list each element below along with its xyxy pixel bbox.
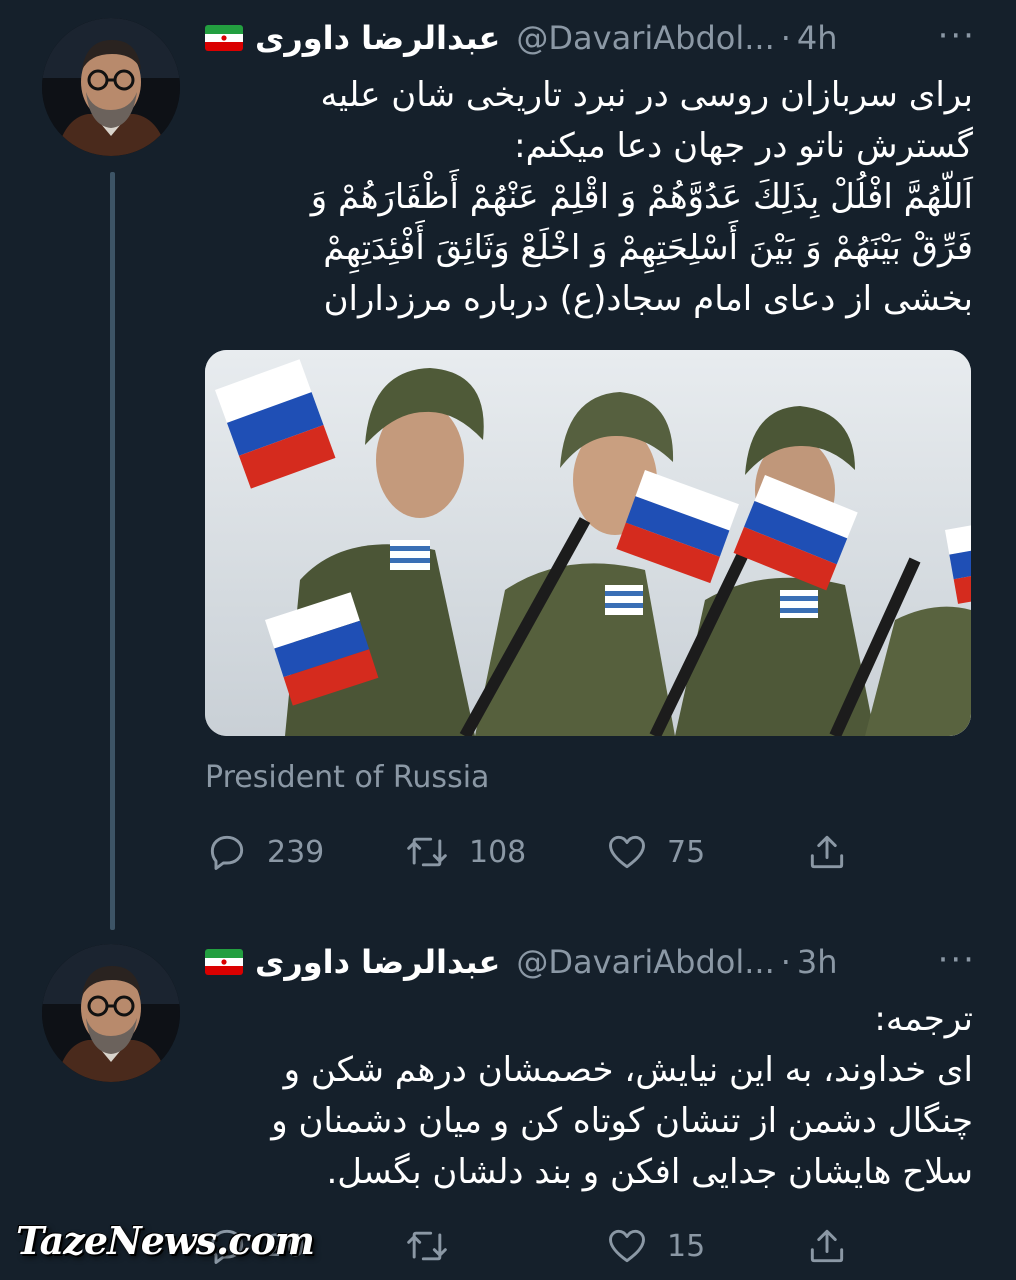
share-button[interactable] [805, 830, 849, 874]
retweet-button[interactable] [403, 1224, 469, 1268]
tweet-text-line: چنگال دشمن از تنشان کوتاه کن و میان دشمن… [271, 1101, 973, 1141]
reply-button[interactable]: 239 [205, 830, 324, 874]
author-name[interactable]: عبدالرضا داوری [255, 19, 500, 57]
like-button[interactable]: 75 [605, 830, 705, 874]
like-count: 75 [667, 834, 706, 870]
tweet-timestamp[interactable]: 3h [797, 943, 838, 981]
reply-count: 239 [267, 834, 325, 870]
tweet-1[interactable]: عبدالرضا داوری @DavariAbdol... · 4h ··· … [0, 0, 1016, 930]
tweet-text-line: بخشی از دعای امام سجاد(ع) درباره مرزدارا… [323, 279, 973, 319]
author-handle[interactable]: @DavariAbdol... [516, 19, 774, 57]
more-options-icon[interactable]: ··· [938, 940, 976, 980]
separator-dot: · [780, 19, 791, 57]
author-portrait [42, 944, 180, 1082]
share-button[interactable] [805, 1224, 849, 1268]
author-handle[interactable]: @DavariAbdol... [516, 943, 774, 981]
retweet-count: 108 [469, 834, 527, 870]
author-name[interactable]: عبدالرضا داوری [255, 943, 500, 981]
tweet-timestamp[interactable]: 4h [797, 19, 838, 57]
reply-icon [210, 835, 244, 870]
separator-dot: · [780, 943, 791, 981]
tweet-text-line: گسترش ناتو در جهان دعا میکنم: [514, 126, 973, 166]
iran-flag-icon [205, 949, 243, 975]
share-icon [810, 835, 844, 869]
tweet-text: برای سربازان روسی در نبرد تاریخی شان علی… [205, 70, 973, 325]
tweet-text-line: سلاح هایشان جدایی افکن و بند دلشان بگسل. [326, 1152, 973, 1192]
tweet-media-image[interactable] [205, 350, 971, 736]
like-button[interactable]: 15 [605, 1224, 705, 1268]
retweet-button[interactable]: 108 [403, 830, 526, 874]
retweet-icon [407, 1231, 447, 1261]
author-avatar[interactable] [42, 944, 180, 1082]
heart-icon [609, 835, 645, 869]
tweet-text-line: اَللّهُمَّ افْلُلْ بِذَلِكَ عَدُوَّهُمْ … [310, 177, 973, 217]
more-options-icon[interactable]: ··· [938, 16, 976, 56]
watermark-logo: TazeNews.com [16, 1218, 315, 1263]
author-portrait [42, 18, 180, 156]
tweet-header: عبدالرضا داوری @DavariAbdol... · 3h ··· [205, 940, 976, 984]
retweet-icon [407, 837, 447, 867]
like-count: 15 [667, 1228, 706, 1264]
tweet-actions: 239 108 75 [205, 830, 865, 874]
media-source-caption: President of Russia [205, 760, 490, 795]
tweet-text: ترجمه: ای خداوند، به این نیایش، خصمشان د… [205, 994, 973, 1198]
soldiers-with-russian-flags-photo [205, 350, 971, 736]
tweet-text-line: ای خداوند، به این نیایش، خصمشان درهم شکن… [283, 1050, 973, 1090]
iran-flag-icon [205, 25, 243, 51]
share-icon [810, 1229, 844, 1263]
tweet-header: عبدالرضا داوری @DavariAbdol... · 4h ··· [205, 16, 976, 60]
author-avatar[interactable] [42, 18, 180, 156]
tweet-text-line: فَرِّقْ بَيْنَهُمْ وَ بَيْنَ أَسْلِحَتِه… [323, 228, 973, 268]
tweet-text-line: ترجمه: [874, 999, 973, 1039]
tweet-text-line: برای سربازان روسی در نبرد تاریخی شان علی… [320, 75, 973, 115]
heart-icon [609, 1229, 645, 1263]
